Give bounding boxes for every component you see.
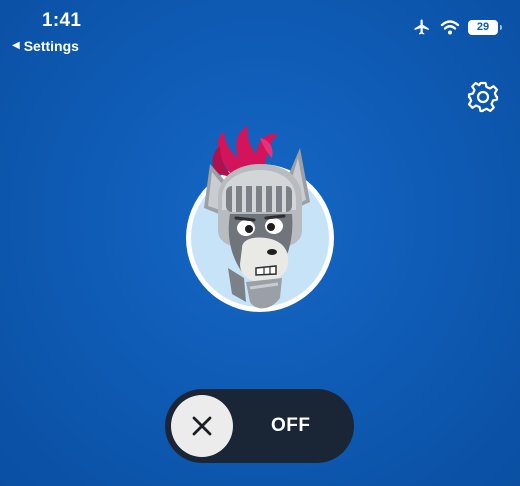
back-to-settings-link[interactable]: ◀ Settings — [12, 38, 79, 54]
status-icons: 29 — [412, 18, 502, 36]
battery-icon: 29 — [468, 19, 502, 35]
toggle-state-label: OFF — [271, 415, 311, 436]
knight-donkey-mascot — [186, 126, 334, 312]
mascot-avatar — [160, 118, 360, 333]
airplane-icon — [414, 19, 429, 35]
protection-toggle[interactable]: OFF — [165, 389, 354, 463]
status-time: 1:41 — [42, 10, 82, 31]
close-icon — [192, 416, 212, 436]
settings-gear-button[interactable] — [466, 80, 500, 114]
battery-level: 29 — [476, 21, 490, 33]
gear-icon — [467, 81, 499, 113]
wifi-icon — [440, 20, 460, 35]
back-link-label: Settings — [23, 38, 79, 54]
back-arrow-icon: ◀ — [12, 40, 20, 51]
toggle-knob[interactable] — [171, 395, 233, 457]
status-bar: 1:41 ◀ Settings 29 — [0, 0, 520, 60]
